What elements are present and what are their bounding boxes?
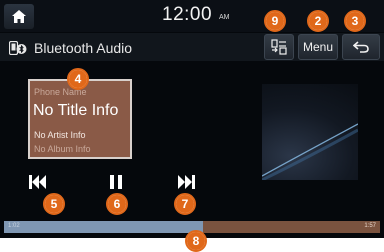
back-button[interactable] [342, 34, 380, 60]
previous-track-button[interactable] [20, 168, 56, 196]
clock-ampm: AM [219, 14, 230, 21]
callout-number: 9 [266, 12, 284, 30]
playlist-button[interactable] [264, 34, 294, 60]
callout-number: 2 [309, 12, 327, 30]
callout-marker: 2 [307, 10, 329, 32]
artist-info: No Artist Info [34, 130, 86, 140]
next-track-button[interactable] [168, 168, 204, 196]
time-total: 1:57 [364, 223, 376, 229]
album-art [262, 84, 358, 180]
callout-number: 3 [346, 12, 364, 30]
callout-marker: 3 [344, 10, 366, 32]
callout-marker: 8 [185, 230, 207, 252]
home-button[interactable] [4, 4, 34, 29]
playlist-icon [271, 39, 287, 55]
pause-button[interactable] [98, 168, 134, 196]
callout-number: 4 [69, 70, 87, 88]
back-arrow-icon [353, 41, 369, 53]
skip-previous-icon [29, 175, 46, 189]
callout-marker: 7 [174, 193, 196, 215]
time-elapsed: 1:02 [8, 223, 20, 229]
album-art-glow [262, 123, 358, 180]
page-title: Bluetooth Audio [34, 40, 133, 56]
callout-marker: 6 [106, 193, 128, 215]
progress-played [4, 221, 204, 233]
callout-marker: 5 [43, 193, 65, 215]
callout-number: 8 [187, 232, 205, 250]
pause-icon [110, 175, 122, 189]
skip-next-icon [178, 175, 195, 189]
callout-number: 5 [45, 195, 63, 213]
callout-marker: 9 [264, 10, 286, 32]
callout-number: 6 [108, 195, 126, 213]
callout-number: 7 [176, 195, 194, 213]
album-info: No Album Info [34, 144, 91, 154]
track-title: No Title Info [33, 102, 119, 119]
home-icon [12, 10, 26, 23]
bluetooth-phone-icon [9, 41, 27, 55]
menu-button[interactable]: Menu [298, 34, 338, 60]
clock-time: 12:00 [162, 4, 213, 25]
callout-marker: 4 [67, 68, 89, 90]
track-info-card[interactable]: Phone Name No Title Info No Artist Info … [28, 79, 132, 159]
